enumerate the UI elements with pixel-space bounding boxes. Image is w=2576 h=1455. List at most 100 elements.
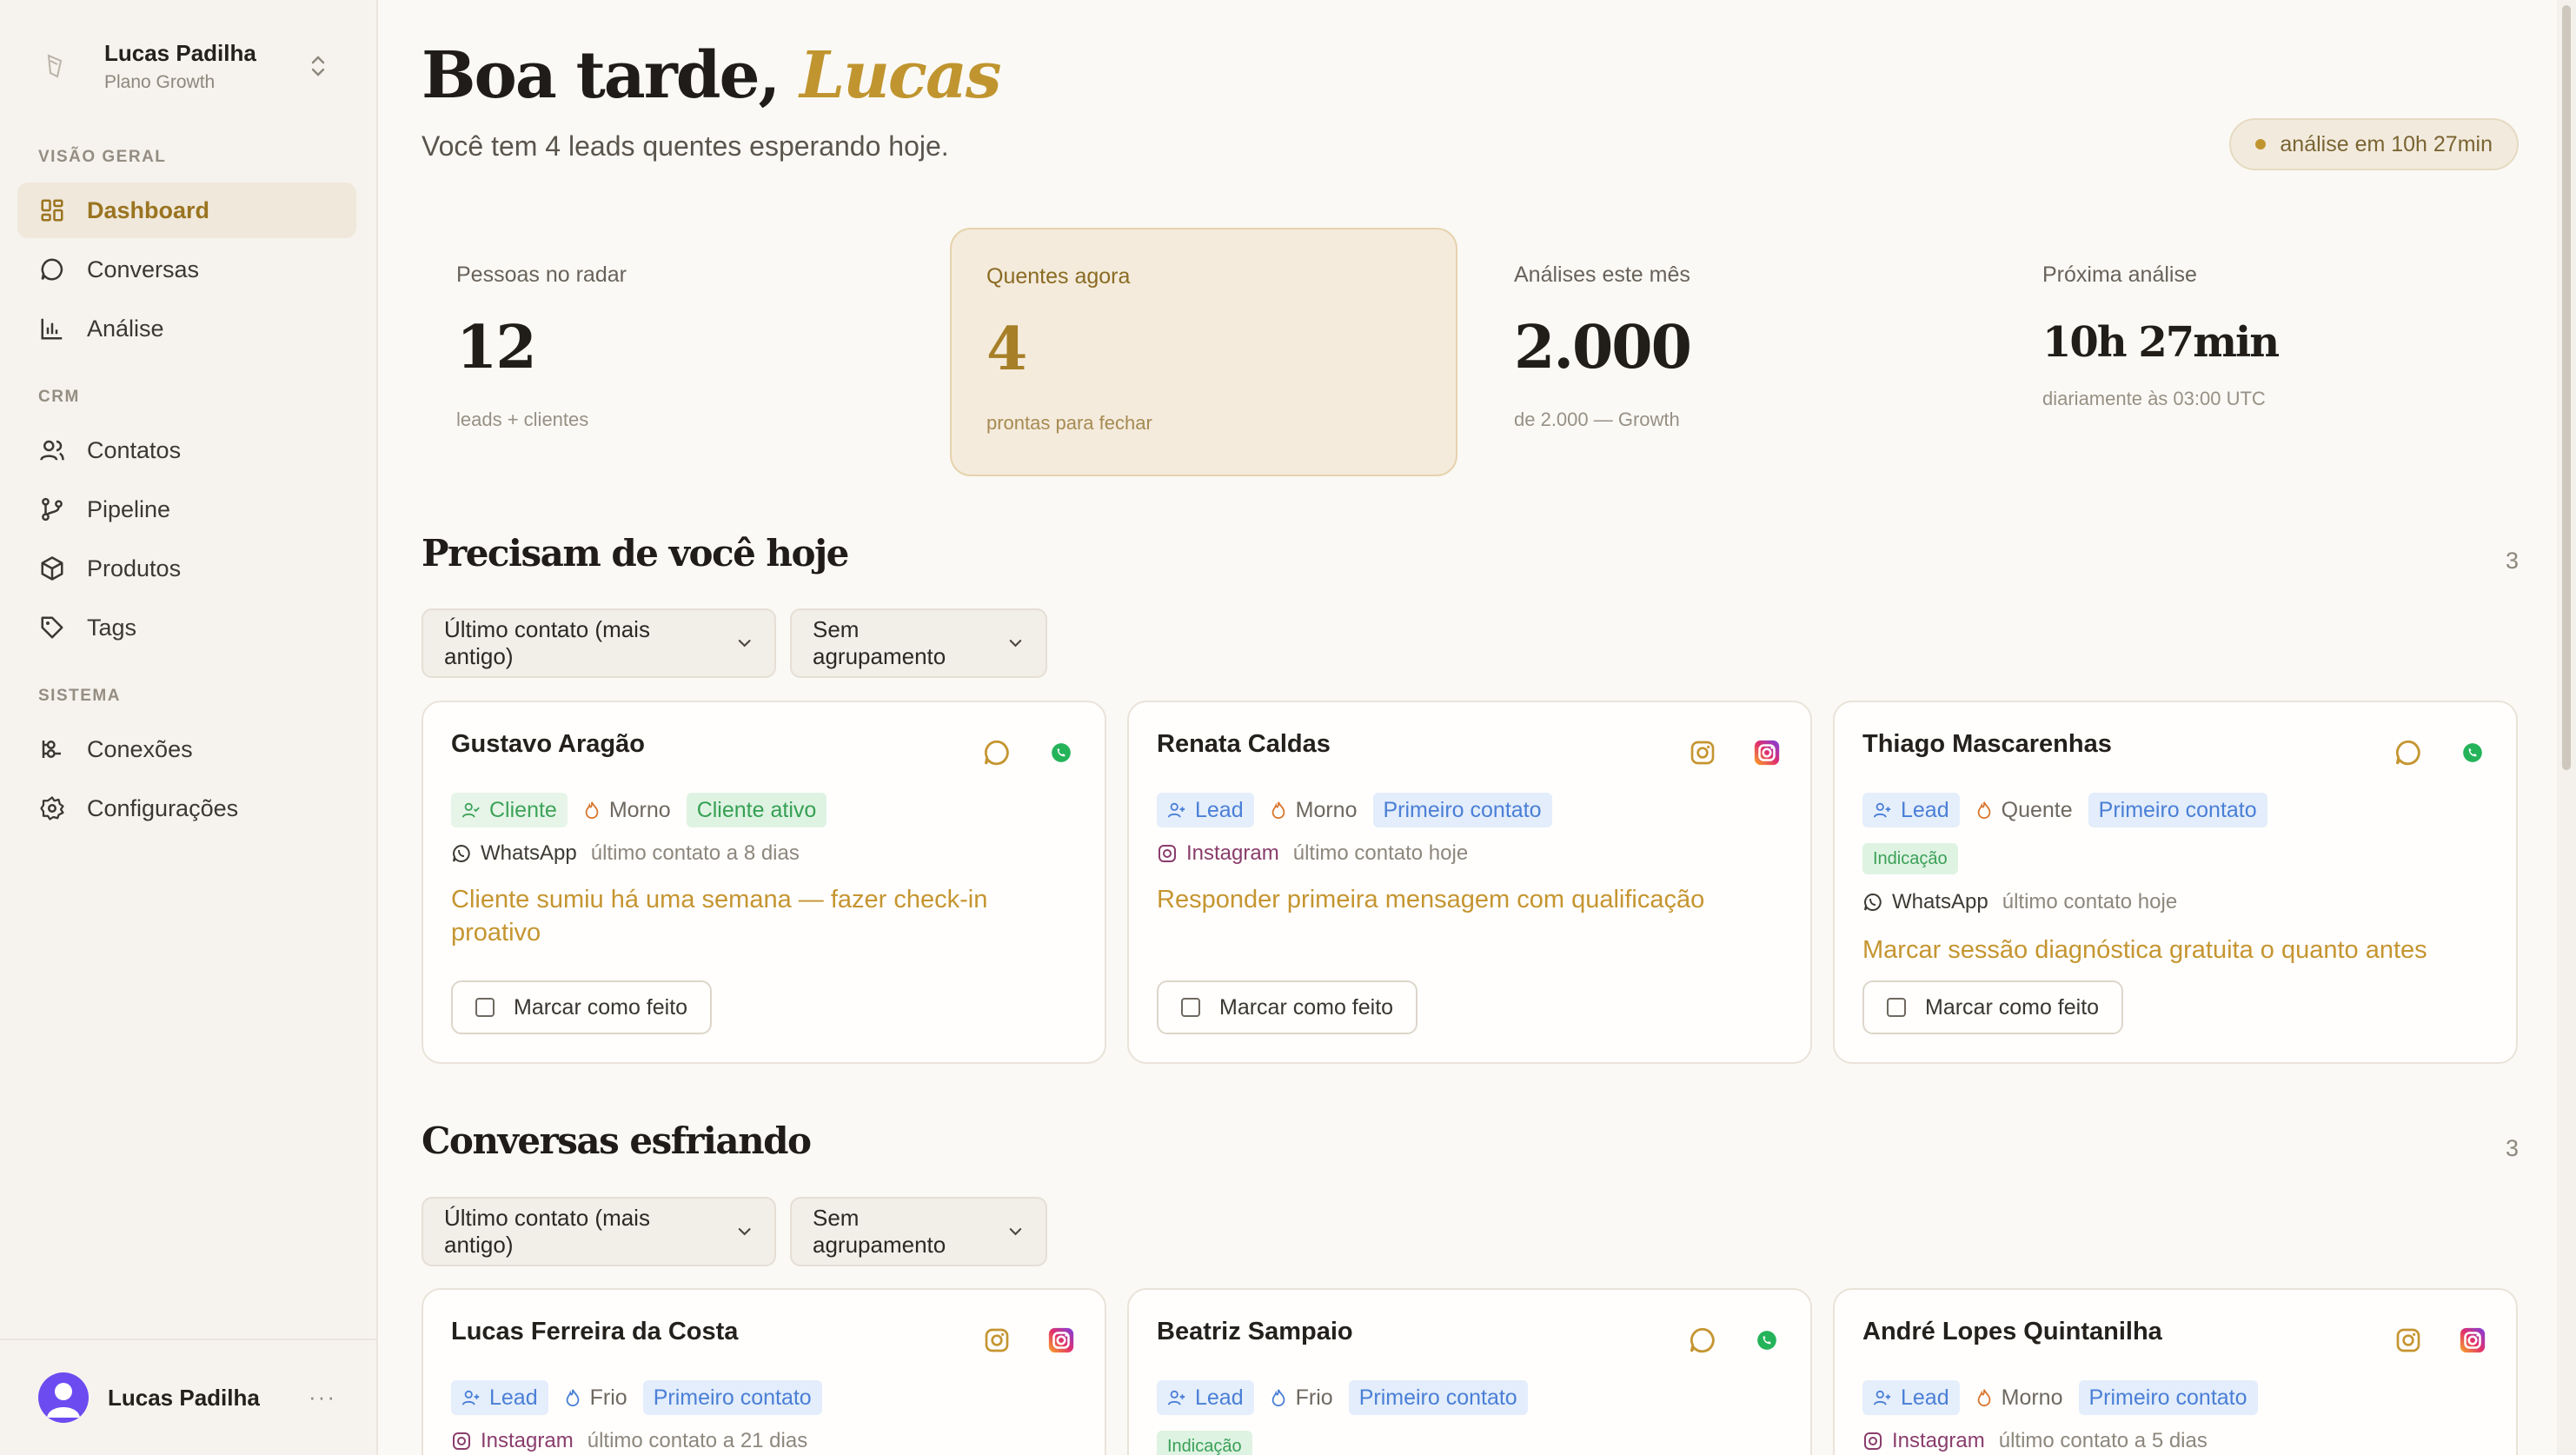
temperature-badge: Quente <box>1972 793 2076 827</box>
chat-icon[interactable] <box>981 737 1012 768</box>
user-plus-icon <box>1167 1390 1185 1405</box>
last-contact: último contato a 5 dias <box>1998 1429 2208 1452</box>
instagram-outline-icon[interactable] <box>981 1325 1012 1356</box>
sidebar-item-conversas[interactable]: Conversas <box>17 242 356 297</box>
sidebar-item-label: Análise <box>87 315 164 342</box>
chat-icon[interactable] <box>1687 1325 1718 1356</box>
mark-done-button[interactable]: Marcar como feito <box>451 980 713 1034</box>
channel-line: WhatsApp último contato a 8 dias <box>451 841 800 866</box>
chevron-down-icon <box>1009 1228 1022 1236</box>
checkbox-icon <box>1887 998 1906 1017</box>
more-options-icon[interactable]: ··· <box>309 1384 336 1411</box>
chevron-down-icon <box>738 640 751 648</box>
last-contact: último contato hoje <box>2002 890 2178 914</box>
chevron-down-icon <box>738 1228 751 1236</box>
scrollbar-thumb[interactable] <box>2562 5 2571 770</box>
contact-name: Thiago Mascarenhas <box>1862 730 2112 758</box>
contact-card[interactable]: Lucas Ferreira da Costa Lead Frio Primei… <box>422 1288 1106 1455</box>
main-content: Boa tarde, Lucas Você tem 4 leads quente… <box>380 0 2576 1455</box>
workspace-logo-icon <box>38 49 73 83</box>
sidebar-item-pipeline[interactable]: Pipeline <box>17 482 356 537</box>
mark-done-button[interactable]: Marcar como feito <box>1862 980 2124 1034</box>
stat-label: Próxima análise <box>2042 262 2197 287</box>
user-plus-icon <box>461 1390 480 1405</box>
sidebar-item-label: Pipeline <box>87 495 171 522</box>
contact-card[interactable]: André Lopes Quintanilha Lead Morno Prime… <box>1833 1288 2518 1455</box>
sidebar-item-contatos[interactable]: Contatos <box>17 422 356 478</box>
channel-line: Instagram último contato a 5 dias <box>1862 1429 2208 1453</box>
mark-done-label: Marcar como feito <box>1925 994 2100 1020</box>
greeting-name: Lucas <box>800 38 1001 113</box>
box-icon <box>38 555 66 582</box>
contact-card[interactable]: Gustavo Aragão Cliente Morno Cliente ati… <box>422 701 1106 1064</box>
flame-icon <box>585 801 599 820</box>
gear-icon <box>38 794 66 822</box>
sidebar-item-label: Dashboard <box>87 196 210 223</box>
stage-badge: Primeiro contato <box>1348 1380 1528 1415</box>
chevron-up-down-icon[interactable] <box>304 50 332 82</box>
contact-type-badge: Cliente <box>451 793 568 827</box>
channel-name: WhatsApp <box>481 841 577 865</box>
sort-dropdown[interactable]: Último contato (mais antigo) <box>422 608 776 678</box>
stat-label: Pessoas no radar <box>456 262 627 287</box>
sidebar: Lucas Padilha Plano Growth VISÃO GERAL D… <box>0 0 378 1455</box>
instagram-small-icon <box>453 1432 470 1450</box>
whatsapp-icon[interactable] <box>1046 737 1077 768</box>
stat-card-hot[interactable]: Quentes agora 4 prontas para fechar <box>950 228 1457 476</box>
sidebar-item-analise[interactable]: Análise <box>17 301 356 356</box>
stage-badge: Primeiro contato <box>642 1380 822 1415</box>
mark-done-label: Marcar como feito <box>1219 994 1394 1020</box>
contact-name: Renata Caldas <box>1157 730 1331 758</box>
user-plus-icon <box>1873 1390 1891 1405</box>
stat-label: Análises este mês <box>1514 262 1690 287</box>
temperature-badge: Frio <box>1266 1380 1337 1415</box>
stat-value: 4 <box>986 315 1027 384</box>
instagram-icon[interactable] <box>1751 737 1783 768</box>
sidebar-item-label: Conversas <box>87 256 200 282</box>
instagram-icon[interactable] <box>2457 1325 2488 1356</box>
users-icon <box>38 436 66 464</box>
task-text: Cliente sumiu há uma semana — fazer chec… <box>451 886 988 947</box>
contact-card[interactable]: Beatriz Sampaio Lead Frio Primeiro conta… <box>1127 1288 1812 1455</box>
chat-icon[interactable] <box>2393 737 2424 768</box>
contact-type-badge: Lead <box>1862 1380 1960 1415</box>
sidebar-item-configuracoes[interactable]: Configurações <box>17 781 356 836</box>
whatsapp-icon[interactable] <box>1751 1325 1783 1356</box>
referral-tag: Indicação <box>1157 1431 1252 1455</box>
whatsapp-outline-icon <box>453 844 470 862</box>
instagram-icon[interactable] <box>1046 1325 1077 1356</box>
instagram-outline-icon[interactable] <box>1687 737 1718 768</box>
sidebar-item-label: Conexões <box>87 735 193 762</box>
sort-dropdown[interactable]: Último contato (mais antigo) <box>422 1197 776 1266</box>
user-menu[interactable]: Lucas Padilha ··· <box>0 1339 376 1455</box>
last-contact: último contato a 21 dias <box>587 1429 808 1452</box>
temperature-badge: Morno <box>1972 1380 2067 1415</box>
workspace-switcher[interactable]: Lucas Padilha Plano Growth <box>38 31 344 101</box>
instagram-outline-icon[interactable] <box>2393 1325 2424 1356</box>
group-dropdown[interactable]: Sem agrupamento <box>790 608 1047 678</box>
last-contact: último contato hoje <box>1292 841 1469 865</box>
contact-card[interactable]: Thiago Mascarenhas Lead Quente Primeiro … <box>1833 701 2518 1064</box>
stat-card-analyses: Análises este mês 2.000 de 2.000 — Growt… <box>1479 228 1987 476</box>
referral-tag: Indicação <box>1862 843 1958 874</box>
next-analysis-label: análise em 10h 27min <box>2280 131 2493 156</box>
task-text: Responder primeira mensagem com qualific… <box>1157 886 1705 914</box>
sidebar-item-tags[interactable]: Tags <box>17 600 356 655</box>
group-dropdown[interactable]: Sem agrupamento <box>790 1197 1047 1266</box>
workspace-plan: Plano Growth <box>104 71 216 92</box>
sidebar-item-conexoes[interactable]: Conexões <box>17 721 356 777</box>
scrollbar[interactable] <box>2557 0 2576 1455</box>
contact-card[interactable]: Renata Caldas Lead Morno Primeiro contat… <box>1127 701 1812 1064</box>
contact-name: Lucas Ferreira da Costa <box>451 1318 739 1345</box>
stat-caption: prontas para fechar <box>986 412 1152 434</box>
cold-flame-icon <box>1271 1389 1285 1407</box>
channel-line: WhatsApp último contato hoje <box>1862 890 2177 914</box>
checkbox-icon <box>1181 998 1200 1017</box>
whatsapp-icon[interactable] <box>2457 737 2488 768</box>
mark-done-label: Marcar como feito <box>514 994 688 1020</box>
mark-done-button[interactable]: Marcar como feito <box>1157 980 1418 1034</box>
sidebar-item-produtos[interactable]: Produtos <box>17 541 356 596</box>
sidebar-item-dashboard[interactable]: Dashboard <box>17 183 356 238</box>
dashboard-icon <box>38 196 66 224</box>
contact-name: Beatriz Sampaio <box>1157 1318 1353 1345</box>
